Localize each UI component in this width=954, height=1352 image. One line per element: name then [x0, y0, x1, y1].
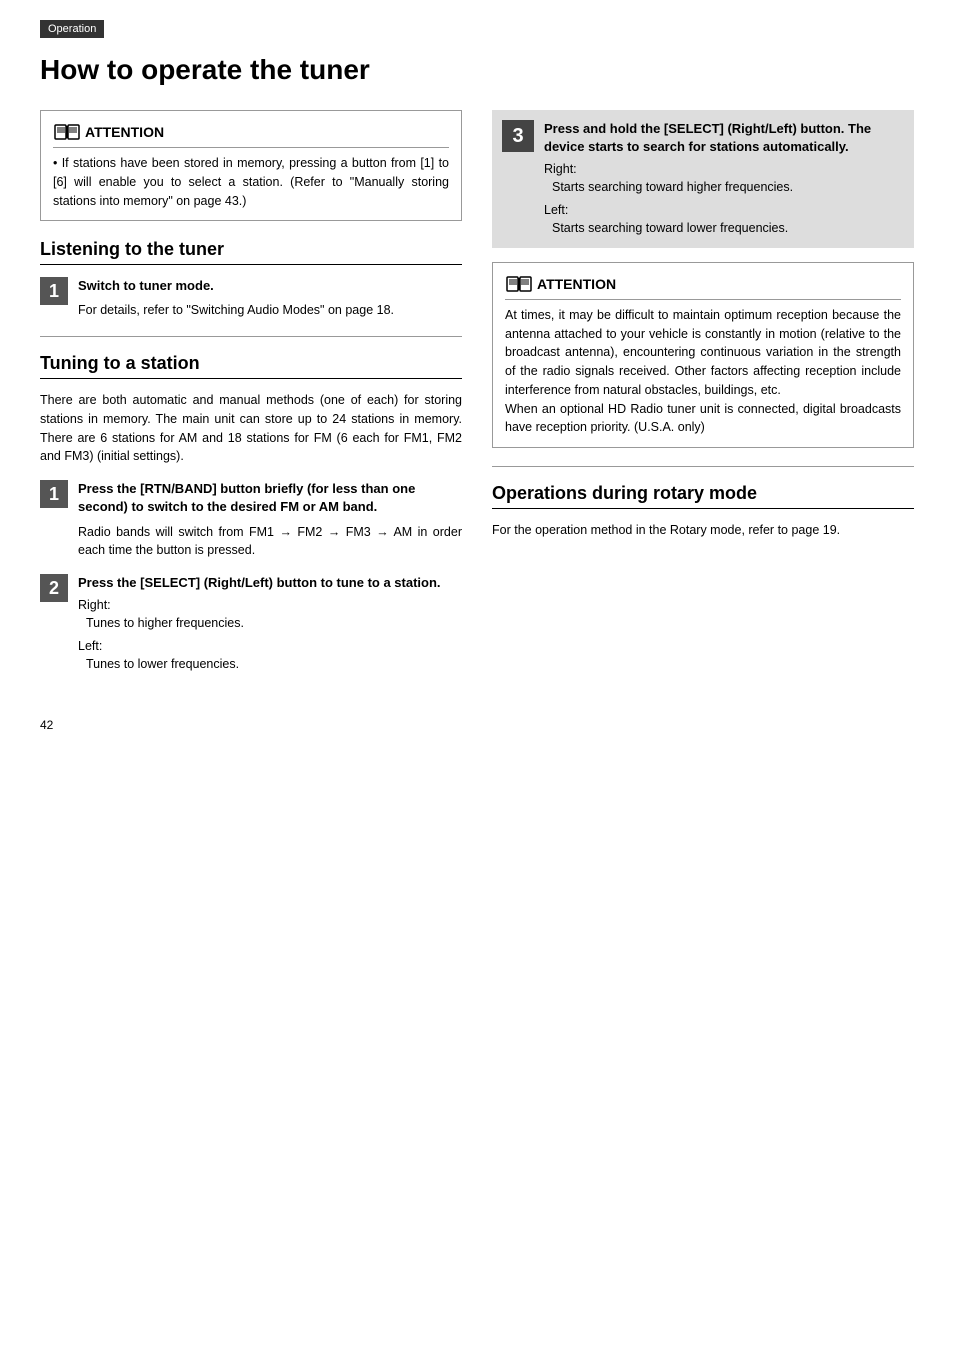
left-column: ATTENTION • If stations have been stored… — [40, 110, 462, 688]
step-number-1a: 1 — [40, 277, 68, 305]
attention-icon-bottom — [505, 273, 533, 295]
tuning-intro: There are both automatic and manual meth… — [40, 391, 462, 466]
step-rtn-band: 1 Press the [RTN/BAND] button briefly (f… — [40, 480, 462, 560]
step-body-1a: For details, refer to "Switching Audio M… — [78, 301, 462, 320]
left-desc-3: Starts searching toward lower frequencie… — [544, 219, 904, 238]
page-title: How to operate the tuner — [40, 54, 914, 86]
step-content-2: Press the [SELECT] (Right/Left) button t… — [78, 574, 462, 674]
section-rotary-title: Operations during rotary mode — [492, 483, 914, 509]
rotary-body: For the operation method in the Rotary m… — [492, 521, 914, 540]
attention-title-top: ATTENTION — [53, 121, 449, 148]
right-desc-2: Tunes to higher frequencies. — [78, 614, 462, 633]
step-number-3: 3 — [502, 120, 534, 152]
step-content-1b: Press the [RTN/BAND] button briefly (for… — [78, 480, 462, 560]
step-hold-select: 3 Press and hold the [SELECT] (Right/Lef… — [492, 110, 914, 248]
step-title-3: Press and hold the [SELECT] (Right/Left)… — [544, 120, 904, 156]
step-content-1a: Switch to tuner mode. For details, refer… — [78, 277, 462, 320]
step-title-1b: Press the [RTN/BAND] button briefly (for… — [78, 480, 462, 516]
right-column: 3 Press and hold the [SELECT] (Right/Lef… — [492, 110, 914, 688]
attention-body-bottom: At times, it may be difficult to maintai… — [505, 306, 901, 437]
section-listening-title: Listening to the tuner — [40, 239, 462, 265]
step-number-2: 2 — [40, 574, 68, 602]
attention-box-top: ATTENTION • If stations have been stored… — [40, 110, 462, 221]
page-number: 42 — [40, 718, 914, 732]
step-body-1b: Radio bands will switch from FM1 → FM2 →… — [78, 523, 462, 561]
separator-2 — [492, 466, 914, 467]
attention-icon-top — [53, 121, 81, 143]
left-label-2: Left: — [78, 639, 462, 653]
step-number-1b: 1 — [40, 480, 68, 508]
attention-label-bottom: ATTENTION — [537, 276, 616, 292]
step-title-2: Press the [SELECT] (Right/Left) button t… — [78, 574, 462, 592]
step-switch-tuner: 1 Switch to tuner mode. For details, ref… — [40, 277, 462, 320]
step-title-1a: Switch to tuner mode. — [78, 277, 462, 295]
attention-box-bottom: ATTENTION At times, it may be difficult … — [492, 262, 914, 448]
attention-title-bottom: ATTENTION — [505, 273, 901, 300]
right-label-3: Right: — [544, 162, 904, 176]
section-tuning-title: Tuning to a station — [40, 353, 462, 379]
step-select-button: 2 Press the [SELECT] (Right/Left) button… — [40, 574, 462, 674]
right-label-2: Right: — [78, 598, 462, 612]
left-label-3: Left: — [544, 203, 904, 217]
section-header: Operation — [40, 20, 104, 38]
right-desc-3: Starts searching toward higher frequenci… — [544, 178, 904, 197]
attention-body-top: • If stations have been stored in memory… — [53, 154, 449, 210]
attention-label-top: ATTENTION — [85, 124, 164, 140]
separator-1 — [40, 336, 462, 337]
step-content-3: Press and hold the [SELECT] (Right/Left)… — [544, 120, 904, 238]
left-desc-2: Tunes to lower frequencies. — [78, 655, 462, 674]
